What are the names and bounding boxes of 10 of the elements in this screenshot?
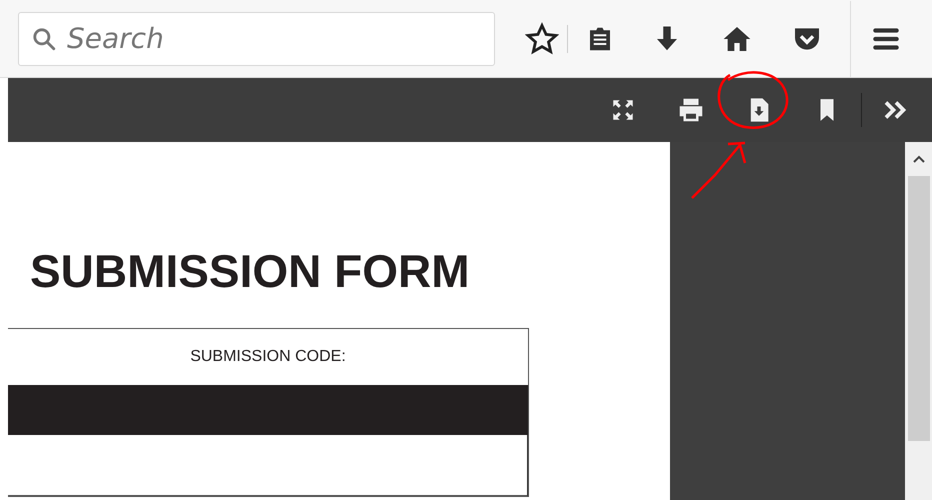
annotation-arrow <box>690 142 746 200</box>
scrollbar[interactable] <box>905 142 932 500</box>
search-icon <box>31 26 57 52</box>
table-header-cell-text: SUBMISSION CODE: <box>189 347 347 367</box>
document-title: SUBMISSION FORM <box>29 248 471 294</box>
scroll-up-icon <box>912 154 926 164</box>
search-bar[interactable]: Search <box>18 12 495 66</box>
search-field[interactable]: Search <box>65 21 469 56</box>
scrollbar-thumb[interactable] <box>908 176 930 441</box>
star-icon <box>525 22 559 56</box>
